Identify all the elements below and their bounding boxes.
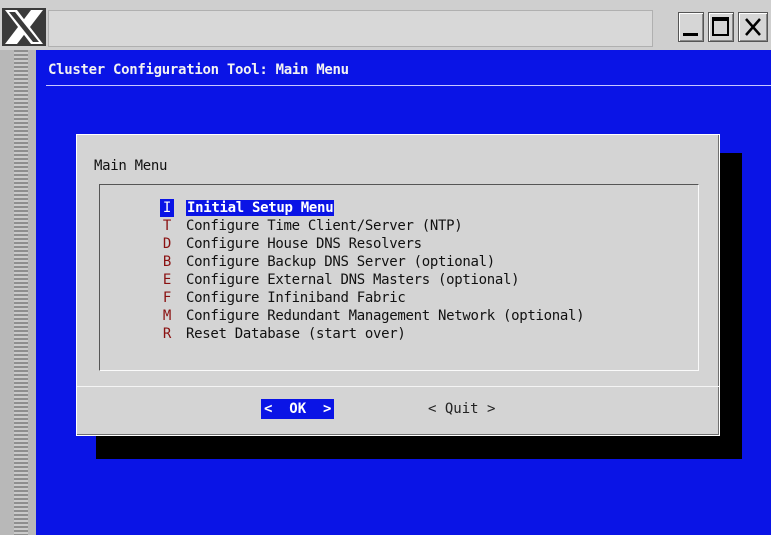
menu-label: Configure Time Client/Server (NTP) [186, 218, 463, 234]
menu-item-infiniband[interactable]: F Configure Infiniband Fabric [160, 289, 584, 307]
minimize-button[interactable] [678, 12, 704, 42]
ok-button[interactable]: < OK > [261, 399, 335, 419]
screen-title: Cluster Configuration Tool: Main Menu [48, 62, 349, 78]
menu-hotkey: T [162, 218, 172, 234]
menu-item-dns-resolvers[interactable]: D Configure House DNS Resolvers [160, 235, 584, 253]
menu-item-management-network[interactable]: M Configure Redundant Management Network … [160, 307, 585, 325]
menu-hotkey: F [162, 290, 172, 306]
menu-label: Configure External DNS Masters (optional… [186, 272, 520, 288]
maximize-button[interactable] [708, 12, 734, 42]
menu-label: Configure Backup DNS Server (optional) [186, 254, 495, 270]
window-titlebar[interactable] [0, 0, 771, 51]
menu-hotkey: M [162, 308, 172, 324]
menu-item-external-dns[interactable]: E Configure External DNS Masters (optiona… [160, 271, 584, 289]
x-logo-icon[interactable] [2, 8, 46, 46]
menu-item-backup-dns[interactable]: B Configure Backup DNS Server (optional) [160, 253, 584, 271]
window-left-frame [0, 50, 36, 535]
minimize-icon [683, 33, 698, 36]
dialog-title: Main Menu [94, 158, 168, 174]
menu-hotkey: B [162, 254, 172, 270]
button-separator [77, 386, 719, 387]
menu-hotkey: E [162, 272, 172, 288]
quit-button[interactable]: < Quit > [425, 399, 498, 419]
main-menu-dialog: Main Menu I Initial Setup Menu T Configure… [76, 134, 720, 436]
menu-hotkey: R [162, 326, 172, 342]
menu-list: I Initial Setup Menu T Configure Time Clie… [160, 199, 585, 343]
menu-hotkey: D [162, 236, 172, 252]
title-area [48, 10, 653, 47]
menu-item-initial-setup[interactable]: I Initial Setup Menu [160, 199, 584, 217]
menu-label: Reset Database (start over) [186, 326, 406, 342]
menu-item-reset-database[interactable]: R Reset Database (start over) [160, 325, 584, 343]
menu-hotkey: I [160, 199, 174, 217]
close-button[interactable] [738, 12, 768, 42]
menu-label: Configure House DNS Resolvers [186, 236, 422, 252]
menu-label: Initial Setup Menu [186, 200, 335, 216]
menu-item-time-server[interactable]: T Configure Time Client/Server (NTP) [160, 217, 584, 235]
maximize-icon [712, 17, 729, 36]
menu-label: Configure Infiniband Fabric [186, 290, 406, 306]
close-icon [745, 18, 761, 36]
frame-groove [14, 50, 28, 535]
menu-box: I Initial Setup Menu T Configure Time Clie… [99, 184, 699, 371]
screen-title-rule [46, 85, 771, 86]
menu-label: Configure Redundant Management Network (… [186, 308, 585, 324]
